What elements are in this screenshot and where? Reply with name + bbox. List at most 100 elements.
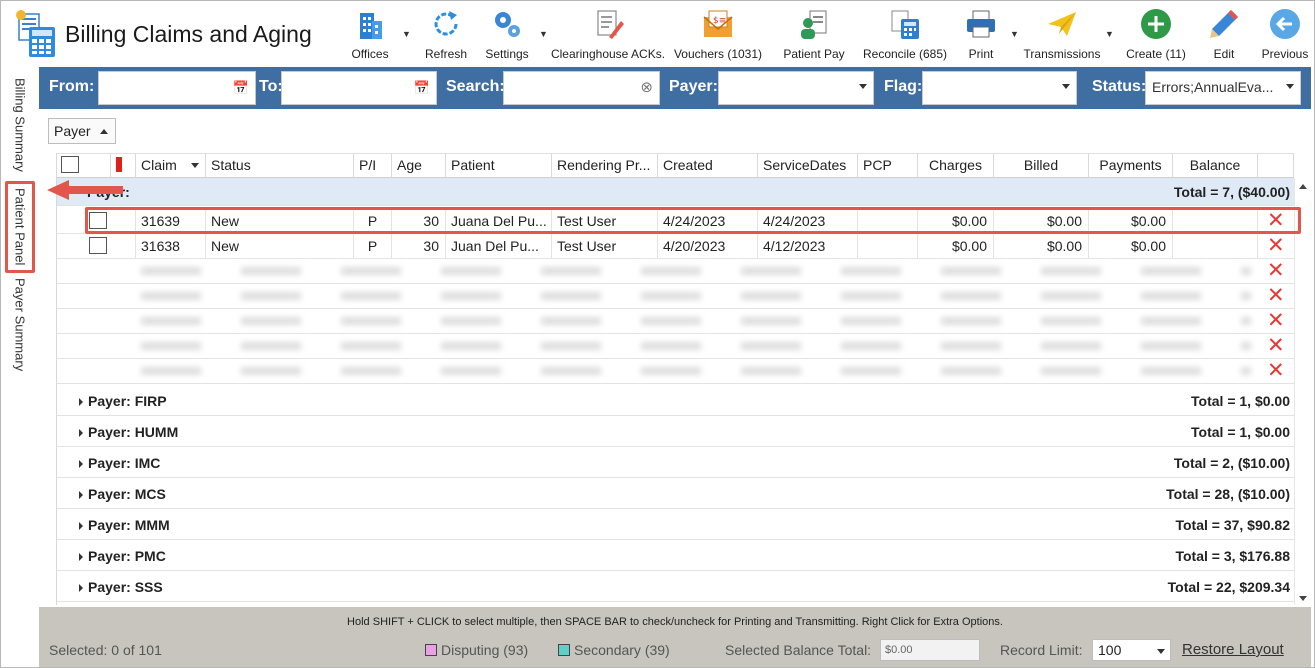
payer-select[interactable] xyxy=(718,71,874,105)
vouchers-button[interactable]: $≡ Vouchers (1031) xyxy=(674,5,762,63)
offices-button[interactable]: Offices xyxy=(349,5,391,63)
sort-descending-icon xyxy=(191,163,199,168)
scroll-up-icon[interactable] xyxy=(1299,184,1307,189)
header-payments[interactable]: Payments xyxy=(1089,154,1173,178)
transmissions-dropdown-icon[interactable]: ▼ xyxy=(1105,29,1114,39)
header-claim[interactable]: Claim xyxy=(136,154,206,178)
delete-icon[interactable]: ✕ xyxy=(1267,235,1285,256)
status-select[interactable]: Errors;AnnualEva... xyxy=(1145,71,1301,105)
header-pcp[interactable]: PCP xyxy=(858,154,918,178)
refresh-button[interactable]: Refresh xyxy=(425,5,467,63)
payments-cell: $0.00 xyxy=(1089,234,1173,258)
to-date-input[interactable]: 📅 xyxy=(281,71,437,105)
service-dates-cell: 4/12/2023 xyxy=(758,234,858,258)
flag-select[interactable] xyxy=(922,71,1077,105)
table-row-obscured[interactable]: ✕ xyxy=(57,284,1294,309)
header-rendering-provider[interactable]: Rendering Pr... xyxy=(552,154,658,178)
selected-balance-label: Selected Balance Total: xyxy=(725,642,872,658)
header-balance[interactable]: Balance xyxy=(1173,154,1258,178)
row-checkbox[interactable] xyxy=(89,212,107,229)
group-row[interactable]: Payer: MCS Total = 28, ($10.00) xyxy=(57,478,1294,509)
expand-icon[interactable] xyxy=(79,584,83,592)
disputing-legend[interactable]: Disputing (93) xyxy=(425,642,528,658)
expand-icon[interactable] xyxy=(79,460,83,468)
filter-bar: From: 📅 To: 📅 Search: ⊗ Payer: Flag: Sta… xyxy=(39,67,1311,109)
charges-cell: $0.00 xyxy=(918,209,994,233)
search-input[interactable]: ⊗ xyxy=(503,71,660,105)
group-row[interactable]: Payer: SSS Total = 22, $209.34 xyxy=(57,571,1294,602)
header-billed[interactable]: Billed xyxy=(994,154,1089,178)
select-all-checkbox[interactable] xyxy=(61,156,79,173)
group-by-panel: Payer xyxy=(39,109,1311,153)
scroll-down-icon[interactable] xyxy=(1299,596,1307,601)
clear-search-icon[interactable]: ⊗ xyxy=(640,78,653,96)
print-dropdown-icon[interactable]: ▼ xyxy=(1010,29,1019,39)
expand-icon[interactable] xyxy=(79,491,83,499)
secondary-label: Secondary (39) xyxy=(574,642,670,658)
calendar-icon[interactable]: 📅 xyxy=(414,80,430,96)
patient-pay-button[interactable]: Patient Pay xyxy=(783,5,845,63)
collapse-icon[interactable] xyxy=(75,191,83,193)
expand-icon[interactable] xyxy=(79,522,83,530)
header-select-all[interactable] xyxy=(57,154,111,178)
table-row-obscured[interactable]: ✕ xyxy=(57,259,1294,284)
row-checkbox[interactable] xyxy=(89,237,107,254)
table-row-obscured[interactable]: ✕ xyxy=(57,359,1294,384)
header-charges[interactable]: Charges xyxy=(918,154,994,178)
edit-button[interactable]: Edit xyxy=(1205,5,1243,63)
record-limit-select[interactable]: 100 xyxy=(1092,639,1171,661)
delete-icon[interactable]: ✕ xyxy=(1267,360,1285,381)
patient-cell: Juan Del Pu... xyxy=(446,234,552,258)
secondary-legend[interactable]: Secondary (39) xyxy=(558,642,670,658)
table-row[interactable]: 31639 New P 30 Juana Del Pu... Test User… xyxy=(57,209,1294,234)
tab-billing-summary[interactable]: Billing Summary xyxy=(5,71,35,179)
group-label: Payer: IMC xyxy=(88,455,161,471)
expand-icon[interactable] xyxy=(79,553,83,561)
offices-dropdown-icon[interactable]: ▼ xyxy=(402,29,411,39)
header-age[interactable]: Age xyxy=(392,154,446,178)
group-row[interactable]: Payer: IMC Total = 2, ($10.00) xyxy=(57,447,1294,478)
header-flag[interactable] xyxy=(111,154,136,178)
from-date-input[interactable]: 📅 xyxy=(98,71,256,105)
table-row-obscured[interactable]: ✕ xyxy=(57,334,1294,359)
chevron-down-icon xyxy=(1062,84,1070,89)
calendar-icon[interactable]: 📅 xyxy=(233,80,249,96)
delete-icon[interactable]: ✕ xyxy=(1267,285,1285,306)
group-row[interactable]: Payer: FIRP Total = 1, $0.00 xyxy=(57,385,1294,416)
group-row[interactable]: Payer: MMM Total = 37, $90.82 xyxy=(57,509,1294,540)
header-patient[interactable]: Patient xyxy=(446,154,552,178)
settings-dropdown-icon[interactable]: ▼ xyxy=(539,29,548,39)
create-button[interactable]: Create (11) xyxy=(1125,5,1187,63)
header-pi[interactable]: P/I xyxy=(354,154,392,178)
previous-button[interactable]: Previous xyxy=(1259,5,1311,63)
group-row[interactable]: Payer: HUMM Total = 1, $0.00 xyxy=(57,416,1294,447)
settings-button[interactable]: Settings xyxy=(485,5,529,63)
delete-icon[interactable]: ✕ xyxy=(1267,310,1285,331)
group-row-expanded[interactable]: Payer: Total = 7, ($40.00) xyxy=(57,178,1294,206)
table-row[interactable]: 31638 New P 30 Juan Del Pu... Test User … xyxy=(57,234,1294,259)
group-row[interactable]: Payer: PMC Total = 3, $176.88 xyxy=(57,540,1294,571)
reconcile-button[interactable]: Reconcile (685) xyxy=(863,5,947,63)
grid-scrollbar[interactable] xyxy=(1294,178,1310,605)
tab-patient-panel[interactable]: Patient Panel xyxy=(5,181,35,273)
delete-icon[interactable]: ✕ xyxy=(1267,335,1285,356)
group-total: Total = 28, ($10.00) xyxy=(1166,486,1290,502)
edit-label: Edit xyxy=(1213,47,1235,61)
delete-icon[interactable]: ✕ xyxy=(1267,210,1285,231)
group-by-payer-chip[interactable]: Payer xyxy=(48,118,116,144)
header-status[interactable]: Status xyxy=(206,154,354,178)
header-service-dates[interactable]: ServiceDates xyxy=(758,154,858,178)
restore-layout-link[interactable]: Restore Layout xyxy=(1182,641,1284,658)
transmissions-button[interactable]: Transmissions xyxy=(1024,5,1100,63)
header-created[interactable]: Created xyxy=(658,154,758,178)
clearinghouse-acks-button[interactable]: Clearinghouse ACKs. xyxy=(551,5,665,63)
patient-cell: Juana Del Pu... xyxy=(446,209,552,233)
expand-icon[interactable] xyxy=(79,398,83,406)
table-row-obscured[interactable]: ✕ xyxy=(57,309,1294,334)
tab-payer-summary[interactable]: Payer Summary xyxy=(5,275,35,375)
print-button[interactable]: Print xyxy=(961,5,1001,63)
app-title: Billing Claims and Aging xyxy=(65,21,312,47)
expand-icon[interactable] xyxy=(79,429,83,437)
group-label: Payer: MMM xyxy=(88,517,170,533)
delete-icon[interactable]: ✕ xyxy=(1267,260,1285,281)
